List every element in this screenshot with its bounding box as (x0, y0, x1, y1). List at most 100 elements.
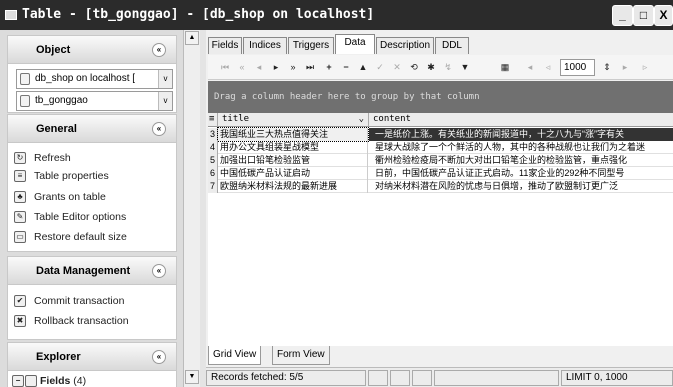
page-last-icon[interactable]: ▹ (638, 60, 652, 74)
editor-tabs: Fields Indices Triggers Data Description… (206, 34, 673, 54)
cell-content[interactable]: 日前，中国低碳产品认证正式启动。11家企业的292种不同型号 (369, 167, 673, 180)
connection-select[interactable]: db_shop on localhost [ v (16, 69, 173, 89)
rollback-transaction-action[interactable]: ✖ Rollback transaction (14, 313, 129, 329)
table-editor-options-action[interactable]: ✎ Table Editor options (14, 209, 126, 225)
refresh-icon: ↻ (14, 152, 26, 164)
star-icon[interactable]: ✱ (424, 60, 438, 74)
tab-grid-view[interactable]: Grid View (208, 346, 262, 365)
cell-content[interactable]: 衢州检验检疫局不断加大对出口铅笔企业的检验监管，重点强化 (369, 154, 673, 167)
table-row[interactable]: 5 加强出口铅笔检验监管 衢州检验检疫局不断加大对出口铅笔企业的检验监管，重点强… (208, 154, 673, 167)
chevron-down-icon[interactable]: ⌄ (359, 113, 364, 126)
row-number: 5 (208, 154, 218, 167)
explorer-section-title: Explorer (36, 351, 81, 363)
page-forward-icon[interactable]: ▸ (618, 60, 632, 74)
minimize-button[interactable]: _ (612, 5, 633, 26)
cell-content[interactable]: 星球大战除了一个个鲜活的人物，其中的各种战舰也让我们为之着迷 (369, 141, 673, 154)
column-header-content[interactable]: content (369, 113, 673, 127)
explorer-fields-node[interactable]: − Fields (4) (12, 373, 86, 387)
explorer-section-header[interactable]: Explorer « (8, 343, 176, 371)
collapse-icon[interactable]: « (152, 350, 166, 364)
table-properties-label: Table properties (34, 170, 109, 182)
rollback-transaction-label: Rollback transaction (34, 315, 129, 327)
tab-indices[interactable]: Indices (243, 37, 287, 54)
table-row[interactable]: 7 欧盟纳米材料法规的最新进展 对纳米材料潜在风险的忧虑与日俱增，推动了欧盟制订… (208, 180, 673, 193)
post-edit-icon[interactable]: ✓ (373, 60, 387, 74)
column-header-title[interactable]: title ⌄ (218, 113, 369, 127)
collapse-icon[interactable]: « (152, 122, 166, 136)
collapse-icon[interactable]: « (152, 43, 166, 57)
general-section-header[interactable]: General « (8, 115, 176, 143)
bookmark-icon[interactable]: ↯ (441, 60, 455, 74)
prev-record-icon[interactable]: ◂ (252, 60, 266, 74)
table-properties-icon: ≡ (14, 170, 26, 182)
data-management-section-header[interactable]: Data Management « (8, 257, 176, 285)
refresh-action[interactable]: ↻ Refresh (14, 150, 71, 166)
commit-transaction-action[interactable]: ✔ Commit transaction (14, 293, 124, 309)
cell-title[interactable]: 用办公文具组装星战模型 (218, 141, 368, 154)
table-row[interactable]: 4 用办公文具组装星战模型 星球大战除了一个个鲜活的人物，其中的各种战舰也让我们… (208, 141, 673, 154)
move-up-icon[interactable]: ▲ (356, 60, 370, 74)
delete-record-icon[interactable]: − (339, 60, 353, 74)
close-button[interactable]: X (654, 5, 673, 26)
data-management-section-title: Data Management (36, 265, 131, 277)
object-section-header[interactable]: Object « (8, 36, 176, 64)
next-record-icon[interactable]: ▸ (269, 60, 283, 74)
last-record-icon[interactable]: ⏭ (303, 60, 317, 74)
cell-title[interactable]: 中国低碳产品认证启动 (218, 167, 368, 180)
spin-icon[interactable]: ⇕ (600, 60, 614, 74)
grants-icon: ♣ (14, 191, 26, 203)
cell-content[interactable]: 对纳米材料潜在风险的忧虑与日俱增，推动了欧盟制订更广泛 (369, 180, 673, 193)
data-management-section: Data Management « ✔ Commit transaction ✖… (7, 256, 177, 340)
grid-header: ≡ title ⌄ content (208, 113, 673, 127)
row-number: 6 (208, 167, 218, 180)
cancel-edit-icon[interactable]: ✕ (390, 60, 404, 74)
refresh-data-icon[interactable]: ⟲ (407, 60, 421, 74)
restore-default-size-label: Restore default size (34, 231, 127, 243)
column-select-icon[interactable]: ▦ (498, 60, 512, 74)
page-back-icon[interactable]: ◂ (523, 60, 537, 74)
table-properties-action[interactable]: ≡ Table properties (14, 168, 109, 184)
cell-title[interactable]: 我国纸业三大热点值得关注 (217, 127, 369, 142)
add-record-icon[interactable]: + (322, 60, 336, 74)
collapse-icon[interactable]: « (152, 264, 166, 278)
grants-on-table-action[interactable]: ♣ Grants on table (14, 189, 106, 205)
view-tabs: Grid View Form View (206, 346, 673, 366)
expand-icon[interactable]: − (12, 375, 24, 387)
table-row[interactable]: 6 中国低碳产品认证启动 日前，中国低碳产品认证正式启动。11家企业的292种不… (208, 167, 673, 180)
tab-ddl[interactable]: DDL (435, 37, 469, 54)
chevron-down-icon[interactable]: v (158, 70, 172, 88)
table-icon (20, 95, 30, 107)
tab-fields[interactable]: Fields (208, 37, 242, 54)
filter-icon[interactable]: ▼ (458, 60, 472, 74)
refresh-label: Refresh (34, 152, 71, 164)
page-prev-icon[interactable]: ◃ (541, 60, 555, 74)
restore-default-size-action[interactable]: ▭ Restore default size (14, 229, 127, 245)
page-size-input[interactable]: 1000 (560, 59, 595, 76)
table-select[interactable]: tb_gonggao v (16, 91, 173, 111)
cell-title[interactable]: 加强出口铅笔检验监管 (218, 154, 368, 167)
cell-content[interactable]: 一是纸价上涨。有关纸业的新闻报道中，十之八九与“涨”字有关 (369, 128, 673, 141)
cell-title[interactable]: 欧盟纳米材料法规的最新进展 (218, 180, 368, 193)
next-page-icon[interactable]: » (286, 60, 300, 74)
status-cell (434, 370, 559, 386)
prev-page-icon[interactable]: « (235, 60, 249, 74)
first-record-icon[interactable]: ⏮ (218, 60, 232, 74)
scroll-down-icon[interactable]: ▼ (185, 370, 199, 384)
column-header-title-label: title (222, 114, 250, 124)
tab-description[interactable]: Description (376, 37, 434, 54)
chevron-down-icon[interactable]: v (158, 92, 172, 110)
maximize-button[interactable]: □ (633, 5, 654, 26)
main-editor: Fields Indices Triggers Data Description… (206, 30, 673, 387)
table-icon (5, 10, 17, 20)
status-cell (368, 370, 388, 386)
scroll-up-icon[interactable]: ▲ (185, 31, 199, 45)
sidebar-scrollbar[interactable]: ▲ ▼ (183, 30, 200, 387)
fields-icon (25, 375, 37, 387)
tab-form-view[interactable]: Form View (272, 346, 330, 365)
tab-data[interactable]: Data (335, 34, 375, 54)
group-by-panel[interactable]: Drag a column header here to group by th… (208, 81, 673, 113)
data-grid[interactable]: Drag a column header here to group by th… (208, 81, 673, 363)
table-row[interactable]: 3 我国纸业三大热点值得关注 一是纸价上涨。有关纸业的新闻报道中，十之八九与“涨… (208, 127, 673, 142)
tab-triggers[interactable]: Triggers (288, 37, 334, 54)
rollback-icon: ✖ (14, 315, 26, 327)
